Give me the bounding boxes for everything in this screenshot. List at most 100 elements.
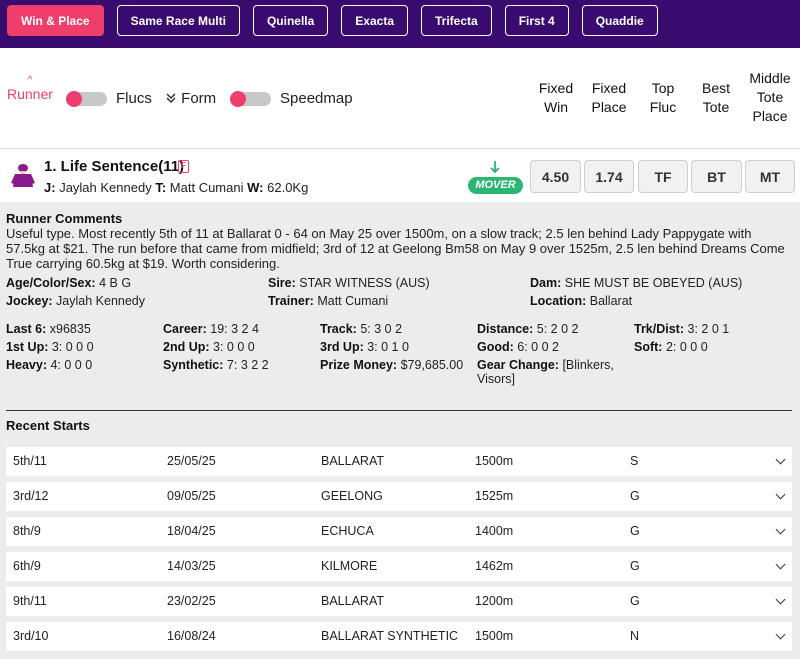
double-chevron-down-icon <box>166 93 176 104</box>
column-label: Place <box>591 99 627 115</box>
stat-3rd-up: 3rd Up: 3: 0 1 0 <box>320 340 409 354</box>
track-condition: G <box>630 559 640 573</box>
race-track: GEELONG <box>321 489 383 503</box>
stat-key: 3rd Up: <box>320 340 364 354</box>
recent-start-row[interactable]: 5th/11 25/05/25 BALLARAT 1500m S <box>6 447 792 476</box>
column-label: Tote <box>756 89 784 105</box>
finish-position: 6th/9 <box>13 559 41 573</box>
stat-value: 6: 0 0 2 <box>517 340 559 354</box>
best-tote-button[interactable]: BT <box>691 160 742 193</box>
detail-value: SHE MUST BE OBEYED (AUS) <box>564 276 743 290</box>
race-distance: 1500m <box>475 454 514 468</box>
detail-value: STAR WITNESS (AUS) <box>299 276 430 290</box>
section-divider <box>6 410 792 411</box>
form-guide-icon[interactable]: F <box>178 160 189 173</box>
column-label: Fluc <box>649 99 677 115</box>
runner-sort-button[interactable]: ^ Runner <box>7 75 53 103</box>
tab-exacta[interactable]: Exacta <box>341 5 408 36</box>
chevron-down-icon[interactable] <box>775 454 786 465</box>
tab-trifecta[interactable]: Trifecta <box>421 5 492 36</box>
arrow-down-icon <box>490 161 500 174</box>
speedmap-label: Speedmap <box>280 90 353 107</box>
jockey-silks-icon <box>11 164 35 187</box>
race-distance: 1462m <box>475 559 514 573</box>
column-fixed-win[interactable]: Fixed Win <box>530 79 582 117</box>
chevron-down-icon[interactable] <box>775 594 786 605</box>
form-toggle-button[interactable]: Form <box>165 90 216 107</box>
chevron-down-icon[interactable] <box>775 559 786 570</box>
track-condition: G <box>630 594 640 608</box>
tab-quaddie[interactable]: Quaddie <box>581 5 658 36</box>
runner-comments-text: Useful type. Most recently 5th of 11 at … <box>6 226 785 271</box>
detail-key: Age/Color/Sex: <box>6 276 96 290</box>
middle-tote-place-button[interactable]: MT <box>745 160 795 193</box>
speedmap-toggle[interactable] <box>230 91 271 107</box>
fixed-place-odds-button[interactable]: 1.74 <box>584 160 634 193</box>
column-top-fluc[interactable]: Top Fluc <box>637 79 689 117</box>
detail-jockey: Jockey: Jaylah Kennedy <box>6 294 145 308</box>
stat-key: Last 6: <box>6 322 47 336</box>
weight-key: W: <box>247 180 264 195</box>
stat-track: Track: 5: 3 0 2 <box>320 322 402 336</box>
detail-value: Jaylah Kennedy <box>56 294 145 308</box>
detail-value: Ballarat <box>589 294 633 308</box>
recent-start-row[interactable]: 3rd/10 16/08/24 BALLARAT SYNTHETIC 1500m… <box>6 622 792 651</box>
recent-start-row[interactable]: 9th/11 23/02/25 BALLARAT 1200m G <box>6 587 792 616</box>
runner-comments-title: Runner Comments <box>6 211 123 226</box>
tab-same-race-multi[interactable]: Same Race Multi <box>116 5 240 36</box>
detail-key: Jockey: <box>6 294 53 308</box>
column-label: Fixed <box>591 80 627 96</box>
column-label: Fixed <box>538 80 574 96</box>
track-condition: G <box>630 524 640 538</box>
stat-key: Trk/Dist: <box>634 322 685 336</box>
stat-good: Good: 6: 0 0 2 <box>477 340 559 354</box>
chevron-down-icon[interactable] <box>775 524 786 535</box>
chevron-down-icon[interactable] <box>775 629 786 640</box>
race-date: 23/02/25 <box>167 594 216 608</box>
detail-dam: Dam: SHE MUST BE OBEYED (AUS) <box>530 276 742 290</box>
chevron-down-icon[interactable] <box>775 489 786 500</box>
column-best-tote[interactable]: Best Tote <box>690 79 742 117</box>
stat-key: Good: <box>477 340 514 354</box>
track-condition: G <box>630 489 640 503</box>
tab-quinella[interactable]: Quinella <box>252 5 329 36</box>
stat-value: 3: 0 0 0 <box>51 340 94 354</box>
sort-caret-icon: ^ <box>27 75 33 86</box>
stat-track-distance: Trk/Dist: 3: 2 0 1 <box>634 322 729 336</box>
trainer-key: T: <box>155 180 167 195</box>
detail-trainer: Trainer: Matt Cumani <box>268 294 388 308</box>
runner-column-label: Runner <box>7 86 53 102</box>
column-middle-tote-place[interactable]: Middle Tote Place <box>744 69 796 126</box>
runner-name[interactable]: 1. Life Sentence(11) <box>44 158 184 175</box>
stat-key: Soft: <box>634 340 663 354</box>
column-label: Best <box>701 80 730 96</box>
race-track: ECHUCA <box>321 524 374 538</box>
recent-start-row[interactable]: 3rd/12 09/05/25 GEELONG 1525m G <box>6 482 792 511</box>
detail-key: Trainer: <box>268 294 314 308</box>
detail-location: Location: Ballarat <box>530 294 632 308</box>
flucs-toggle[interactable] <box>66 91 107 107</box>
stat-key: Gear Change: <box>477 358 559 372</box>
tab-first-4[interactable]: First 4 <box>504 5 569 36</box>
stat-value: 3: 0 1 0 <box>367 340 409 354</box>
detail-value: Matt Cumani <box>317 294 389 308</box>
race-date: 18/04/25 <box>167 524 216 538</box>
flucs-label: Flucs <box>116 90 152 107</box>
stat-key: 2nd Up: <box>163 340 210 354</box>
column-fixed-place[interactable]: Fixed Place <box>583 79 635 117</box>
column-label: Middle <box>749 70 791 86</box>
fixed-win-odds-button[interactable]: 4.50 <box>530 160 581 193</box>
column-label: Win <box>543 99 569 115</box>
toggle-knob <box>230 91 246 107</box>
recent-start-row[interactable]: 6th/9 14/03/25 KILMORE 1462m G <box>6 552 792 581</box>
top-fluc-button[interactable]: TF <box>638 160 688 193</box>
finish-position: 3rd/12 <box>13 489 49 503</box>
tab-win-place[interactable]: Win & Place <box>7 5 104 36</box>
recent-start-row[interactable]: 8th/9 18/04/25 ECHUCA 1400m G <box>6 517 792 546</box>
finish-position: 8th/9 <box>13 524 41 538</box>
finish-position: 9th/11 <box>13 594 47 608</box>
detail-sire: Sire: STAR WITNESS (AUS) <box>268 276 430 290</box>
stat-key: 1st Up: <box>6 340 49 354</box>
stat-value: $79,685.00 <box>400 358 464 372</box>
stat-distance: Distance: 5: 2 0 2 <box>477 322 578 336</box>
